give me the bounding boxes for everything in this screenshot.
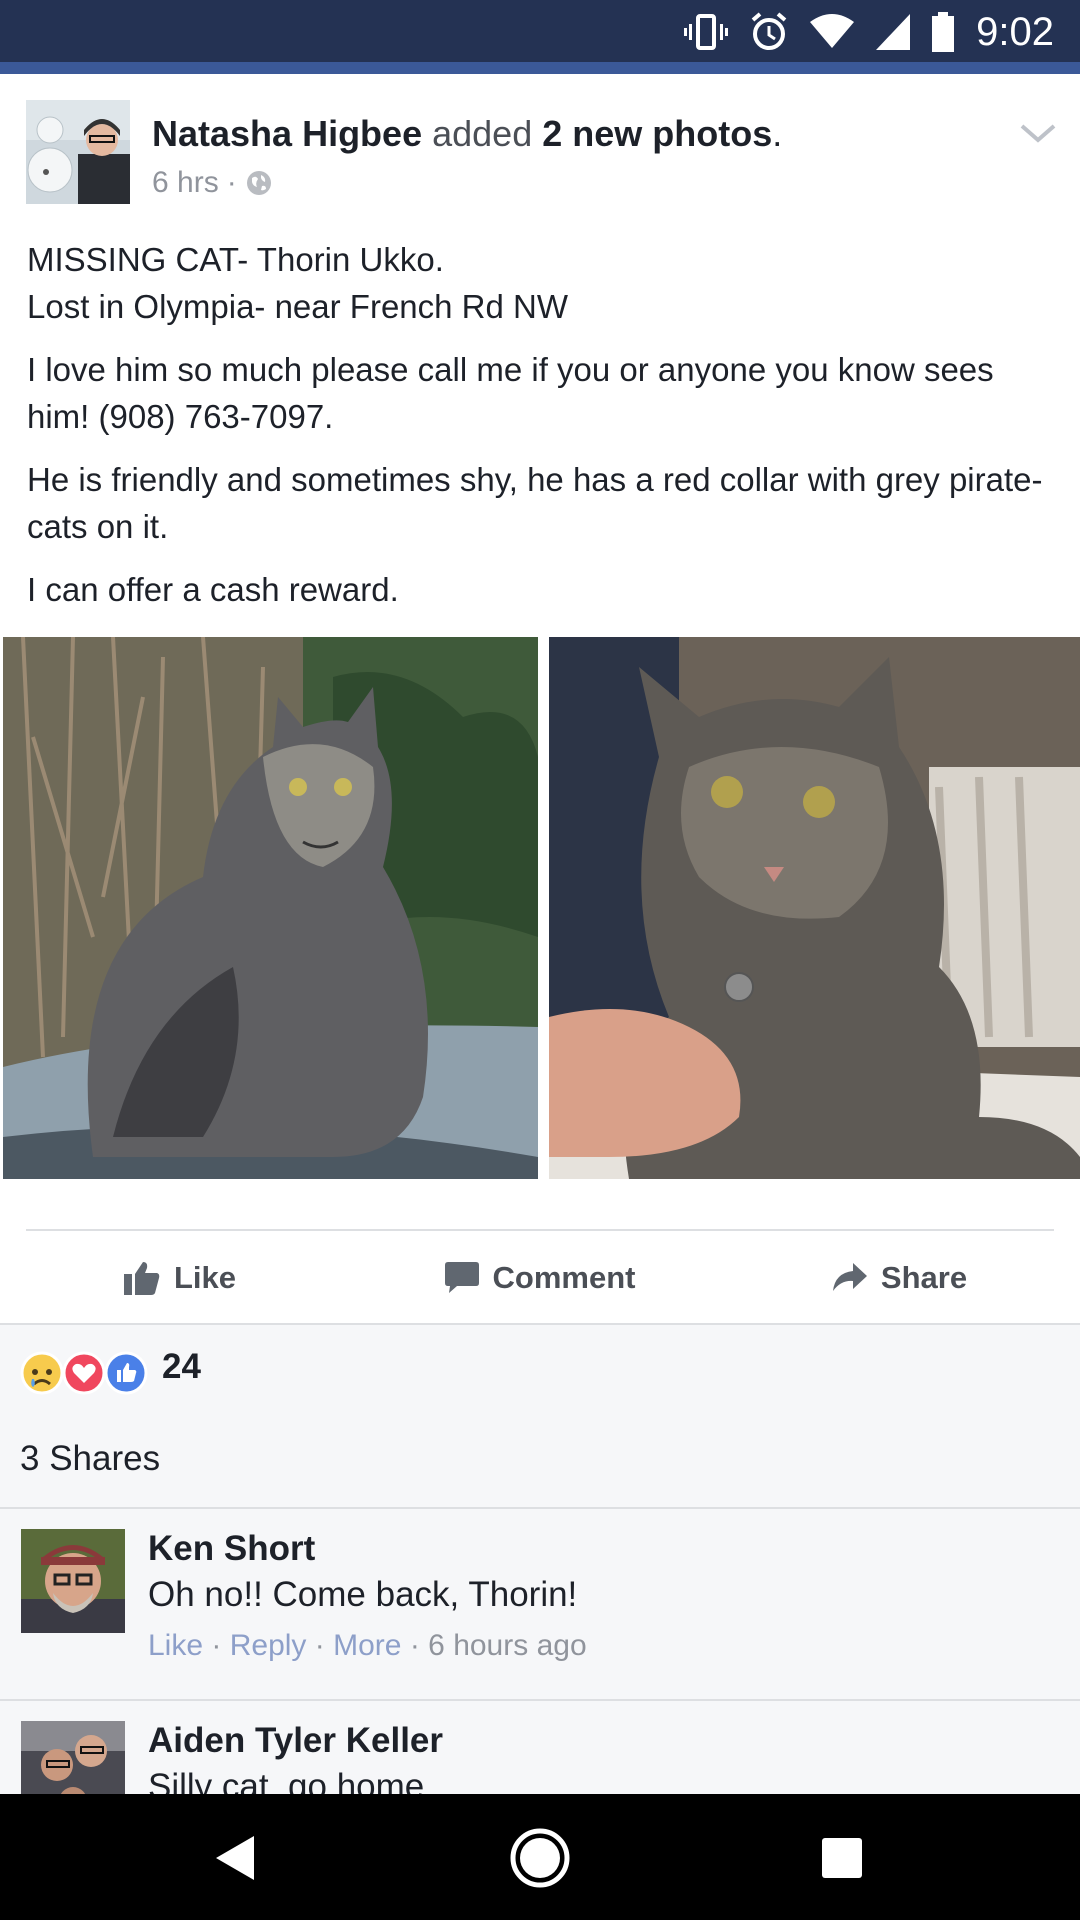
comment-icon: [444, 1262, 479, 1293]
cat-photo-outdoor[interactable]: [3, 637, 538, 1179]
post-action-text: added: [432, 113, 533, 154]
commenter-avatar[interactable]: [21, 1721, 125, 1794]
post-actions: Like Comment Share: [0, 1233, 1080, 1323]
comment-text: Silly cat, go home: [148, 1767, 425, 1794]
author-avatar[interactable]: [26, 100, 130, 204]
status-bar: 9:02: [0, 0, 1080, 74]
share-button[interactable]: Share: [720, 1233, 1080, 1323]
comment-like-link[interactable]: Like: [148, 1629, 203, 1662]
commenter-name[interactable]: Ken Short: [148, 1529, 315, 1569]
shares-count: 3 Shares: [20, 1439, 161, 1478]
app-header-stripe: [0, 62, 1080, 74]
comment-button[interactable]: Comment: [360, 1233, 720, 1323]
post-body: MISSING CAT- Thorin Ukko. Lost in Olympi…: [27, 236, 1057, 629]
commenter-avatar[interactable]: [21, 1529, 125, 1633]
post-paragraph: I can offer a cash reward.: [27, 571, 399, 608]
comment-sep: ·: [409, 1629, 420, 1662]
signal-icon: [876, 14, 911, 50]
comment-sep: ·: [314, 1629, 325, 1662]
vibrate-icon: [684, 14, 729, 50]
post-paragraph: I love him so much please call me if you…: [27, 351, 994, 435]
wifi-icon: [810, 14, 855, 48]
comment-item: Ken Short Oh no!! Come back, Thorin! Lik…: [0, 1509, 1080, 1701]
sad-reaction-icon: [20, 1351, 64, 1395]
commenter-name[interactable]: Aiden Tyler Keller: [148, 1721, 443, 1761]
author-name[interactable]: Natasha Higbee: [152, 113, 422, 154]
post-header-period: .: [772, 113, 783, 154]
battery-icon: [932, 12, 955, 52]
like-label: Like: [173, 1260, 237, 1295]
photo-grid: [0, 637, 1080, 1179]
comment-time: 6 hours ago: [428, 1629, 587, 1662]
shares-row[interactable]: 3 Shares: [0, 1417, 1080, 1509]
post-time[interactable]: 6 hrs: [152, 166, 219, 200]
like-reaction-icon: [104, 1351, 148, 1395]
comment-more-link[interactable]: More: [333, 1629, 401, 1662]
comment-label: Comment: [492, 1260, 636, 1295]
chevron-down-icon[interactable]: [1018, 118, 1058, 148]
reactions-bar[interactable]: 24: [0, 1323, 1080, 1419]
share-label: Share: [880, 1260, 968, 1295]
back-icon[interactable]: [214, 1834, 258, 1882]
home-icon[interactable]: [509, 1827, 571, 1889]
alarm-icon: [751, 12, 787, 50]
comment-reply-link[interactable]: Reply: [230, 1629, 307, 1662]
comment-actions: Like · Reply · More · 6 hours ago: [148, 1629, 587, 1663]
thumbs-up-icon: [123, 1262, 160, 1295]
recents-icon[interactable]: [822, 1838, 862, 1878]
post-paragraph: MISSING CAT- Thorin Ukko. Lost in Olympi…: [27, 241, 569, 325]
reaction-icons: [20, 1351, 148, 1395]
system-nav-bar: [0, 1794, 1080, 1920]
love-reaction-icon: [62, 1351, 106, 1395]
post-divider: [26, 1229, 1054, 1231]
reaction-count: 24: [162, 1347, 201, 1386]
like-button[interactable]: Like: [0, 1233, 360, 1323]
cat-photo-indoor[interactable]: [549, 637, 1080, 1179]
clock-time: 9:02: [976, 9, 1054, 54]
post-object-link[interactable]: 2 new photos: [542, 113, 772, 154]
post-header: Natasha Higbee added 2 new photos.: [152, 112, 782, 156]
meta-separator: ·: [226, 166, 237, 199]
post-card: Natasha Higbee added 2 new photos. 6 hrs…: [0, 74, 1080, 1323]
comment-sep: ·: [211, 1629, 222, 1662]
comment-text: Oh no!! Come back, Thorin!: [148, 1575, 578, 1614]
comment-item: Aiden Tyler Keller Silly cat, go home: [0, 1701, 1080, 1794]
post-paragraph: He is friendly and sometimes shy, he has…: [27, 461, 1043, 545]
globe-icon: [246, 171, 271, 195]
share-arrow-icon: [832, 1263, 867, 1291]
post-meta: 6 hrs ·: [152, 166, 273, 200]
